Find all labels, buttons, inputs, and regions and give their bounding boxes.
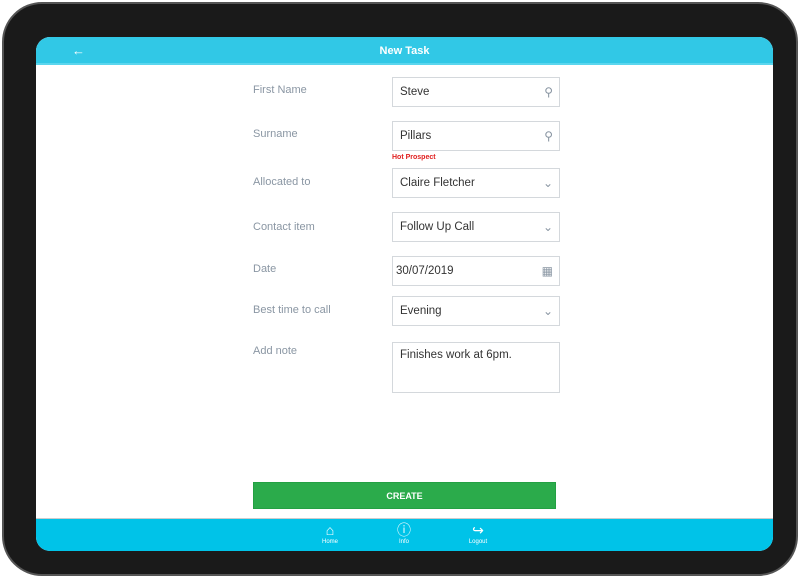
- header: ← New Task: [36, 37, 773, 65]
- search-icon[interactable]: ⚲: [544, 122, 553, 151]
- hot-prospect-badge: Hot Prospect: [392, 154, 436, 161]
- footer-nav: ⌂ Home ⓘ Info ↪ Logout: [36, 518, 773, 551]
- allocated-label: Allocated to: [253, 176, 311, 188]
- logout-icon: ↪: [472, 522, 484, 538]
- surname-value: Pillars: [400, 130, 432, 142]
- nav-logout[interactable]: ↪ Logout: [458, 521, 498, 545]
- contact-label: Contact item: [253, 221, 315, 233]
- arrow-left-icon[interactable]: ←: [72, 37, 85, 65]
- note-textarea[interactable]: Finishes work at 6pm.: [392, 342, 560, 393]
- first-name-input[interactable]: Steve ⚲: [392, 77, 560, 107]
- chevron-down-icon: ⌄: [542, 176, 553, 190]
- best-time-value: Evening: [400, 305, 442, 317]
- nav-info-label: Info: [398, 539, 409, 545]
- nav-home[interactable]: ⌂ Home: [310, 521, 350, 545]
- info-icon: ⓘ: [397, 522, 411, 538]
- first-name-label: First Name: [253, 84, 307, 96]
- contact-value: Follow Up Call: [400, 221, 475, 233]
- home-icon: ⌂: [325, 522, 335, 538]
- chevron-down-icon: ⌄: [542, 304, 553, 318]
- best-time-label: Best time to call: [253, 304, 331, 316]
- tablet-frame: ← New Task First Name Steve ⚲ Surname Pil…: [2, 2, 798, 576]
- date-value: 30/07/2019: [396, 265, 454, 277]
- nav-logout-label: Logout: [468, 539, 488, 545]
- surname-input[interactable]: Pillars ⚲: [392, 121, 560, 151]
- contact-select[interactable]: Follow Up Call ⌄: [392, 212, 560, 242]
- first-name-value: Steve: [400, 86, 430, 98]
- page-title: New Task: [379, 45, 430, 57]
- date-input[interactable]: 30/07/2019 ▦: [392, 256, 560, 286]
- chevron-down-icon: ⌄: [542, 220, 553, 234]
- note-label: Add note: [253, 345, 298, 357]
- date-label: Date: [253, 263, 277, 275]
- best-time-select[interactable]: Evening ⌄: [392, 296, 560, 326]
- nav-home-label: Home: [321, 539, 338, 545]
- allocated-select[interactable]: Claire Fletcher ⌄: [392, 168, 560, 198]
- nav-info[interactable]: ⓘ Info: [384, 521, 424, 545]
- app-screen: ← New Task First Name Steve ⚲ Surname Pil…: [36, 37, 773, 551]
- calendar-icon[interactable]: ▦: [542, 257, 553, 286]
- allocated-value: Claire Fletcher: [400, 177, 475, 189]
- search-icon[interactable]: ⚲: [544, 78, 553, 107]
- create-button[interactable]: CREATE: [253, 482, 556, 509]
- surname-label: Surname: [253, 128, 298, 140]
- note-value: Finishes work at 6pm.: [400, 349, 512, 361]
